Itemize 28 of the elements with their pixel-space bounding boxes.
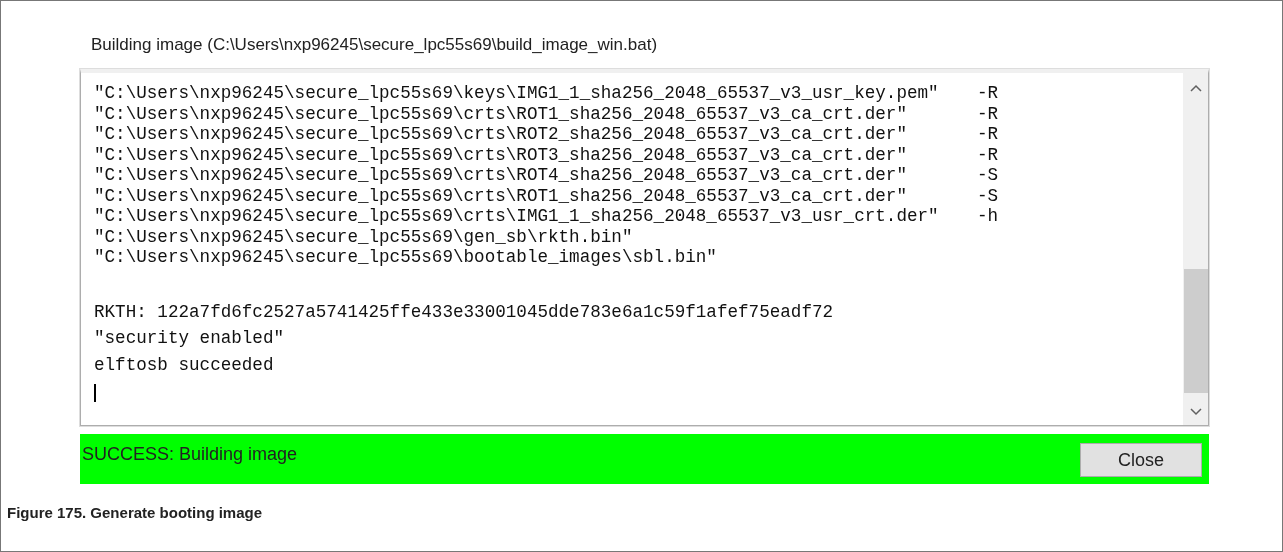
status-message: SUCCESS: Building image — [82, 443, 298, 465]
option-flag-label: -h — [977, 206, 999, 227]
option-flag-label: -S — [977, 185, 999, 206]
scrollbar[interactable] — [1183, 73, 1208, 425]
console-line: "security enabled" — [94, 328, 285, 348]
console-line: "C:\Users\nxp96245\secure_lpc55s69\keys\IMG1_1_sha256_2048_65537_v3_usr_key.pem" — [94, 83, 940, 104]
console-line: "C:\Users\nxp96245\secure_lpc55s69\crts\ROT4_sha256_2048_65537_v3_ca_crt.der" — [94, 165, 908, 186]
console-line: "C:\Users\nxp96245\secure_lpc55s69\crts\IMG1_1_sha256_2048_65537_v3_usr_crt.der" — [94, 206, 940, 227]
console-line: elftosb succeeded — [94, 354, 274, 375]
console-line: "C:\Users\nxp96245\secure_lpc55s69\crts\ROT3_sha256_2048_65537_v3_ca_crt.der" — [94, 144, 908, 165]
scroll-down-icon[interactable] — [1190, 407, 1202, 417]
option-flag-label: -R — [977, 103, 999, 124]
console-line: "C:\Users\nxp96245\secure_lpc55s69\crts\ROT1_sha256_2048_65537_v3_ca_crt.der" — [94, 103, 908, 124]
close-button[interactable]: Close — [1080, 443, 1202, 477]
scrollbar-thumb[interactable] — [1184, 269, 1208, 393]
text-cursor — [94, 384, 96, 402]
console-line: "C:\Users\nxp96245\secure_lpc55s69\bootable_images\sbl.bin" — [94, 247, 718, 268]
option-flag-label: -R — [977, 124, 999, 145]
dialog-title: Building image (C:\Users\nxp96245\secure_lpc55s69\build_image_win.bat) — [90, 34, 659, 56]
console-line: RKTH: 122a7fd6fc2527a5741425ffe433e33001045dde783e6a1c59f1afef75eadf72 — [94, 301, 834, 322]
console-line: "C:\Users\nxp96245\secure_lpc55s69\gen_sb\rkth.bin" — [94, 226, 634, 247]
console-line: "C:\Users\nxp96245\secure_lpc55s69\crts\ROT1_sha256_2048_65537_v3_ca_crt.der" — [94, 185, 908, 206]
scroll-up-icon[interactable] — [1190, 83, 1202, 93]
option-flag-label: -R — [977, 83, 999, 104]
option-flag-label: -S — [977, 165, 999, 186]
console-line: "C:\Users\nxp96245\secure_lpc55s69\crts\ROT2_sha256_2048_65537_v3_ca_crt.der" — [94, 124, 908, 145]
option-flag-label: -R — [977, 144, 999, 165]
figure-caption: Figure 175. Generate booting image — [6, 503, 264, 521]
